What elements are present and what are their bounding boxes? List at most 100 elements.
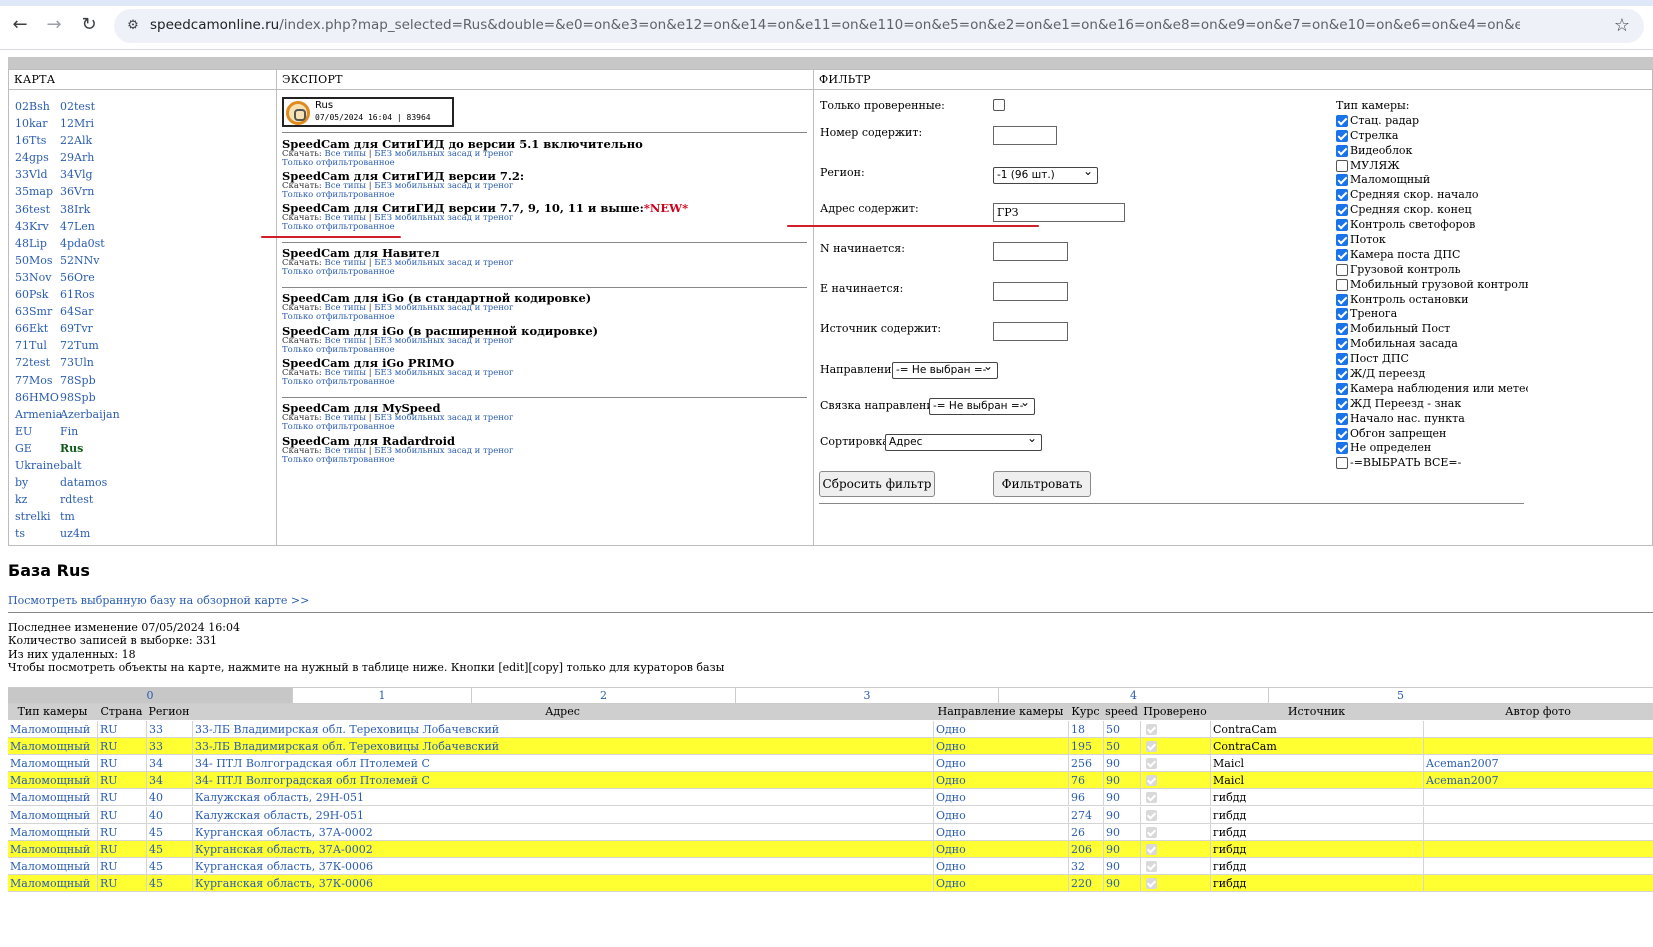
address-contains-input[interactable]: ГРЗ: [993, 203, 1125, 222]
cell-text[interactable]: 18: [1071, 723, 1085, 736]
map-link[interactable]: 66Ekt: [15, 320, 62, 337]
camera-type-checkbox[interactable]: [1336, 308, 1348, 321]
forward-arrow-icon[interactable]: →: [42, 13, 66, 37]
camera-type-checkbox[interactable]: [1336, 427, 1348, 440]
cell-text[interactable]: 45: [149, 860, 163, 873]
camera-type-option[interactable]: Мобильный грузовой контроль: [1336, 277, 1532, 292]
page-link[interactable]: 3: [864, 689, 871, 702]
download-filtered-link[interactable]: Только отфильтрованное: [282, 267, 395, 277]
cell-text[interactable]: RU: [100, 774, 118, 787]
camera-type-checkbox[interactable]: [1336, 412, 1348, 425]
camera-type-checkbox[interactable]: [1336, 114, 1348, 127]
camera-type-option[interactable]: МУЛЯЖ: [1336, 158, 1532, 173]
cell-text[interactable]: Маломощный: [10, 791, 90, 804]
cell-text[interactable]: 45: [149, 843, 163, 856]
download-no-mobile-link[interactable]: БЕЗ мобильных засад и треног: [374, 446, 513, 456]
camera-type-checkbox[interactable]: [1336, 278, 1348, 291]
map-link[interactable]: Fin: [60, 423, 120, 440]
cell-text[interactable]: 32: [1071, 860, 1085, 873]
map-link[interactable]: 02test: [60, 98, 120, 115]
map-link[interactable]: ts: [15, 525, 62, 542]
camera-type-option[interactable]: Камера поста ДПС: [1336, 247, 1532, 262]
apply-filter-button[interactable]: Фильтровать: [993, 471, 1091, 497]
cell-text[interactable]: Одно: [936, 774, 966, 787]
table-row[interactable]: Маломощный RU 40 Калужская область, 29Н-051…: [8, 806, 1653, 824]
cell-text[interactable]: 33: [149, 740, 163, 753]
column-header[interactable]: Регион: [146, 704, 192, 720]
map-link[interactable]: 52NNv: [60, 252, 120, 269]
view-on-map-link[interactable]: Посмотреть выбранную базу на обзорной ка…: [8, 594, 309, 607]
map-link[interactable]: EU: [15, 423, 62, 440]
camera-type-option[interactable]: Средняя скор. конец: [1336, 202, 1532, 217]
camera-type-option[interactable]: Пост ДПС: [1336, 351, 1532, 366]
map-link[interactable]: 71Tul: [15, 337, 62, 354]
camera-type-option[interactable]: ЖД Переезд - знак: [1336, 396, 1532, 411]
map-link[interactable]: 47Len: [60, 218, 120, 235]
camera-type-option[interactable]: Не определен: [1336, 440, 1532, 455]
page-cell[interactable]: 0: [8, 688, 292, 703]
camera-type-checkbox[interactable]: [1336, 159, 1348, 172]
direction-link-select[interactable]: -= Не выбран =-: [929, 395, 1035, 415]
camera-type-checkbox[interactable]: [1336, 353, 1348, 366]
page-cell[interactable]: 1: [292, 688, 471, 703]
page-link[interactable]: 5: [1397, 689, 1404, 702]
table-row[interactable]: Маломощный RU 34 34- ПТЛ Волгоградская обл …: [8, 772, 1653, 790]
map-link[interactable]: GE: [15, 440, 62, 457]
table-row[interactable]: Маломощный RU 45 Курганская область, 37К-00…: [8, 857, 1653, 875]
map-link[interactable]: 22Alk: [60, 132, 120, 149]
cell-text[interactable]: Aceman2007: [1426, 774, 1499, 787]
map-link[interactable]: strelki: [15, 508, 62, 525]
cell-text[interactable]: 33-ЛБ Владимирская обл. Тереховицы Лобач…: [195, 740, 499, 753]
map-link[interactable]: 64Sar: [60, 303, 120, 320]
number-contains-input[interactable]: [993, 126, 1057, 145]
cell-text[interactable]: 195: [1071, 740, 1092, 753]
map-link[interactable]: 56Ore: [60, 269, 120, 286]
map-link[interactable]: by: [15, 474, 62, 491]
cell-text[interactable]: Маломощный: [10, 860, 90, 873]
table-row[interactable]: Маломощный RU 34 34- ПТЛ Волгоградская обл …: [8, 755, 1653, 773]
cell-text[interactable]: 90: [1106, 826, 1120, 839]
map-link[interactable]: balt: [60, 457, 120, 474]
cell-text[interactable]: 256: [1071, 757, 1092, 770]
download-filtered-link[interactable]: Только отфильтрованное: [282, 377, 395, 387]
cell-text[interactable]: 34: [149, 774, 163, 787]
region-select[interactable]: -1 (96 шт.): [993, 164, 1098, 184]
cell-text[interactable]: 33-ЛБ Владимирская обл. Тереховицы Лобач…: [195, 723, 499, 736]
column-header[interactable]: Адрес: [192, 704, 933, 720]
cell-text[interactable]: Курганская область, 37А-0002: [195, 843, 373, 856]
camera-type-checkbox[interactable]: [1336, 368, 1348, 381]
page-link[interactable]: 0: [147, 689, 154, 702]
download-no-mobile-link[interactable]: БЕЗ мобильных засад и треног: [374, 303, 513, 313]
map-link[interactable]: 69Tvr: [60, 320, 120, 337]
camera-type-option[interactable]: Стац. радар: [1336, 113, 1532, 128]
map-link[interactable]: 53Nov: [15, 269, 62, 286]
cell-text[interactable]: 90: [1106, 843, 1120, 856]
cell-text[interactable]: Маломощный: [10, 740, 90, 753]
page-link[interactable]: 1: [379, 689, 386, 702]
download-filtered-link[interactable]: Только отфильтрованное: [282, 222, 395, 232]
camera-type-option[interactable]: Грузовой контроль: [1336, 262, 1532, 277]
cell-text[interactable]: Маломощный: [10, 826, 90, 839]
map-link[interactable]: uz4m: [60, 525, 120, 542]
camera-type-checkbox[interactable]: [1336, 189, 1348, 202]
map-link[interactable]: Rus: [60, 440, 120, 457]
cell-text[interactable]: 90: [1106, 791, 1120, 804]
cell-text[interactable]: 96: [1071, 791, 1085, 804]
camera-type-checkbox[interactable]: [1336, 219, 1348, 232]
cell-text[interactable]: 90: [1106, 809, 1120, 822]
download-no-mobile-link[interactable]: БЕЗ мобильных засад и треног: [374, 336, 513, 346]
map-link[interactable]: 36Vrn: [60, 183, 120, 200]
only-verified-checkbox[interactable]: [993, 99, 1005, 111]
map-link[interactable]: 35map: [15, 183, 62, 200]
map-link[interactable]: Armenia: [15, 406, 62, 423]
map-link[interactable]: 60Psk: [15, 286, 62, 303]
cell-text[interactable]: RU: [100, 791, 118, 804]
download-no-mobile-link[interactable]: БЕЗ мобильных засад и треног: [374, 368, 513, 378]
cell-text[interactable]: 90: [1106, 860, 1120, 873]
cell-text[interactable]: Курганская область, 37К-0006: [195, 877, 373, 890]
cell-text[interactable]: Одно: [936, 723, 966, 736]
site-settings-icon[interactable]: ⚙: [124, 17, 142, 35]
camera-type-option[interactable]: Видеоблок: [1336, 143, 1532, 158]
map-link[interactable]: 43Krv: [15, 218, 62, 235]
cell-text[interactable]: 90: [1106, 877, 1120, 890]
